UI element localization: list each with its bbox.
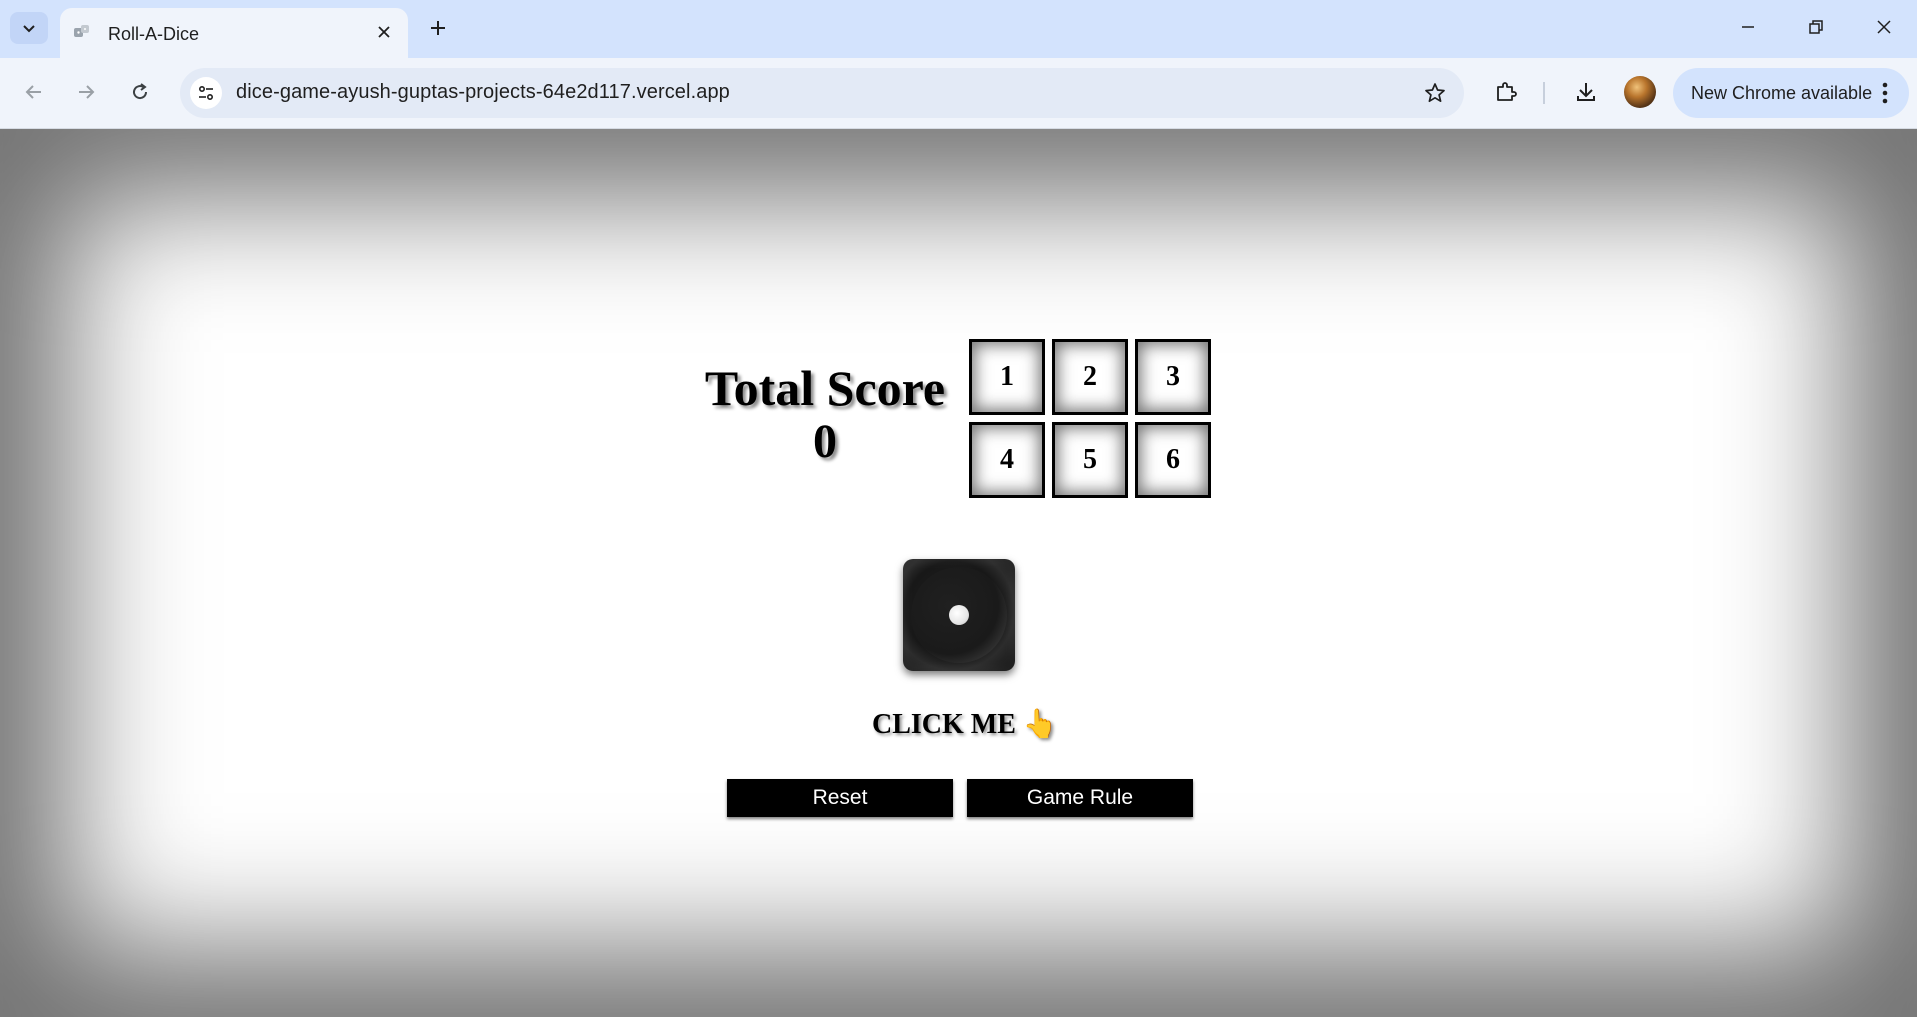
number-box-5[interactable]: 5 bbox=[1052, 422, 1128, 498]
tab-strip: Roll-A-Dice bbox=[0, 0, 1917, 58]
number-box-6[interactable]: 6 bbox=[1135, 422, 1211, 498]
restore-button[interactable] bbox=[1794, 8, 1838, 46]
number-box-3[interactable]: 3 bbox=[1135, 339, 1211, 415]
dice-button[interactable] bbox=[903, 559, 1015, 671]
chevron-down-icon bbox=[23, 25, 35, 33]
extensions-button[interactable] bbox=[1488, 74, 1524, 110]
update-label: New Chrome available bbox=[1691, 83, 1873, 103]
close-icon bbox=[1877, 20, 1891, 34]
arrow-left-icon bbox=[25, 85, 41, 99]
plus-icon bbox=[431, 21, 445, 35]
download-icon bbox=[1577, 83, 1595, 101]
site-info-button[interactable] bbox=[190, 77, 222, 109]
address-bar[interactable]: dice-game-ayush-guptas-projects-64e2d117… bbox=[180, 68, 1464, 118]
number-box-4[interactable]: 4 bbox=[969, 422, 1045, 498]
forward-button[interactable] bbox=[68, 74, 104, 110]
close-icon bbox=[378, 26, 390, 38]
tune-icon bbox=[198, 85, 214, 101]
tab-search-button[interactable] bbox=[10, 12, 48, 44]
back-button[interactable] bbox=[16, 74, 52, 110]
menu-button[interactable] bbox=[1873, 80, 1897, 106]
restore-icon bbox=[1809, 20, 1823, 34]
click-me-label: CLICK ME bbox=[872, 709, 1016, 740]
chrome-update-button[interactable]: New Chrome available bbox=[1673, 68, 1909, 118]
number-box-1[interactable]: 1 bbox=[969, 339, 1045, 415]
minimize-button[interactable] bbox=[1726, 8, 1770, 46]
reload-icon bbox=[133, 83, 148, 100]
browser-toolbar: dice-game-ayush-guptas-projects-64e2d117… bbox=[0, 58, 1917, 129]
dice-pip bbox=[949, 605, 969, 625]
total-score: Total Score 0 bbox=[690, 361, 960, 469]
dice-favicon-icon bbox=[74, 25, 89, 37]
puzzle-icon bbox=[1497, 82, 1517, 101]
profile-avatar[interactable] bbox=[1624, 76, 1656, 108]
reload-button[interactable] bbox=[122, 74, 158, 110]
new-tab-button[interactable] bbox=[424, 14, 452, 42]
tab-close-button[interactable] bbox=[372, 20, 396, 44]
star-icon bbox=[1425, 83, 1445, 103]
bookmark-button[interactable] bbox=[1422, 80, 1448, 106]
page-viewport: Total Score 0 1 2 3 4 5 6 CLICK ME 👆 Res… bbox=[0, 129, 1917, 1017]
tab-title: Roll-A-Dice bbox=[108, 24, 200, 44]
number-box-2[interactable]: 2 bbox=[1052, 339, 1128, 415]
number-selector: 1 2 3 4 5 6 bbox=[969, 339, 1211, 499]
close-window-button[interactable] bbox=[1862, 8, 1906, 46]
url-text: dice-game-ayush-guptas-projects-64e2d117… bbox=[236, 81, 730, 103]
score-value: 0 bbox=[813, 415, 837, 468]
game-rule-button[interactable]: Game Rule bbox=[967, 779, 1193, 817]
toolbar-separator bbox=[1543, 82, 1545, 104]
active-tab[interactable]: Roll-A-Dice bbox=[60, 8, 408, 58]
more-vert-icon bbox=[1882, 82, 1888, 104]
score-label: Total Score bbox=[704, 360, 946, 416]
minimize-icon bbox=[1742, 26, 1754, 28]
arrow-right-icon bbox=[79, 85, 95, 99]
pointing-hand-icon: 👆 bbox=[1022, 709, 1058, 740]
click-me-prompt[interactable]: CLICK ME 👆 bbox=[872, 707, 1058, 741]
downloads-button[interactable] bbox=[1568, 74, 1604, 110]
reset-button[interactable]: Reset bbox=[727, 779, 953, 817]
